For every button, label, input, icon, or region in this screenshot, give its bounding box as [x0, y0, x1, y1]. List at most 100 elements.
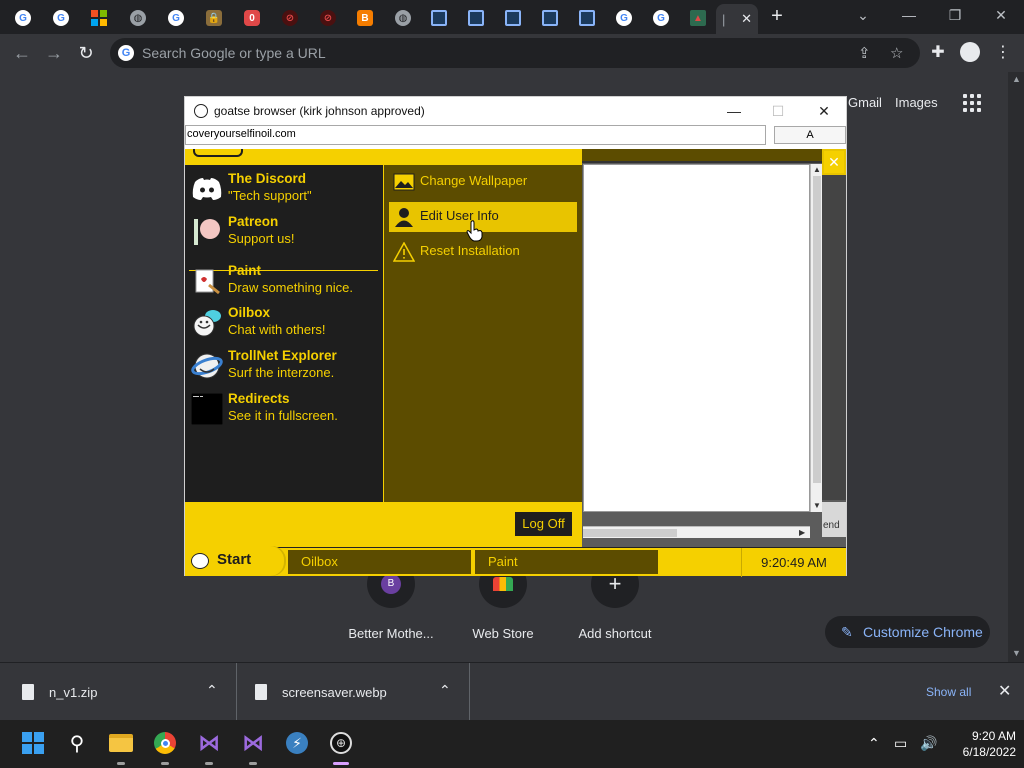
chrome-icon[interactable] — [152, 730, 178, 756]
app-name: The Discord — [228, 171, 307, 186]
tab-window[interactable] — [498, 6, 528, 30]
vertical-scrollbar[interactable]: ▲ ▼ — [810, 164, 822, 512]
network-icon[interactable]: ▭ — [894, 735, 907, 752]
log-off-button[interactable]: Log Off — [515, 512, 572, 536]
close-icon[interactable]: ✕ — [822, 149, 846, 175]
tab-window[interactable] — [535, 6, 565, 30]
tab-blogger[interactable]: B — [350, 6, 380, 30]
google-apps-icon[interactable] — [963, 94, 981, 112]
tab-microsoft[interactable] — [84, 6, 114, 30]
minimize-icon[interactable]: — — [719, 101, 749, 121]
start-label: Start — [217, 551, 252, 568]
address-field[interactable]: coveryourselfinoil.com — [185, 125, 766, 145]
tab-active[interactable]: | ✕ — [716, 4, 758, 34]
pane-document[interactable] — [583, 164, 810, 512]
scroll-down-icon[interactable]: ▼ — [813, 501, 821, 510]
go-button[interactable]: A — [774, 126, 846, 144]
app-the-discord[interactable]: The Discord "Tech support" — [191, 171, 381, 209]
extensions-icon[interactable]: ✚ — [928, 42, 948, 62]
task-button-paint[interactable]: Paint — [474, 549, 659, 575]
minimize-icon[interactable]: — — [886, 4, 932, 26]
scroll-thumb[interactable] — [583, 529, 677, 537]
pane-header — [582, 149, 846, 163]
gmail-link[interactable]: Gmail — [848, 95, 882, 110]
pane-end-label: end — [822, 502, 846, 537]
visual-studio-icon[interactable]: ⋈ — [196, 730, 222, 756]
app-patreon[interactable]: Patreon Support us! — [191, 214, 381, 252]
horizontal-scrollbar[interactable]: ▶ — [583, 526, 810, 538]
app-trollnet-explorer[interactable]: TrollNet Explorer Surf the interzone. — [191, 348, 381, 386]
app-icon[interactable]: ⚡ — [284, 730, 310, 756]
tab-globe[interactable]: ◍ — [123, 6, 153, 30]
warning-icon — [393, 241, 415, 263]
tab-window[interactable] — [424, 6, 454, 30]
images-link[interactable]: Images — [895, 95, 938, 110]
volume-icon[interactable]: 🔊 — [920, 735, 937, 752]
chevron-up-icon[interactable]: ⌃ — [206, 682, 218, 699]
visual-studio-icon[interactable]: ⋈ — [240, 730, 266, 756]
tab-globe[interactable]: ◍ — [388, 6, 418, 30]
tab-google[interactable]: G — [46, 6, 76, 30]
download-item[interactable]: screensaver.webp ⌃ — [237, 668, 469, 716]
chevron-up-icon[interactable]: ⌃ — [439, 682, 451, 699]
tab-window[interactable] — [572, 6, 602, 30]
scroll-down-icon[interactable]: ▼ — [1012, 648, 1021, 658]
window-titlebar[interactable]: goatse browser (kirk johnson approved) —… — [185, 97, 846, 125]
show-all-button[interactable]: Show all — [926, 685, 971, 699]
app-oilbox[interactable]: Oilbox Chat with others! — [191, 305, 381, 343]
bookmark-star-icon[interactable]: ☆ — [890, 44, 903, 62]
close-downloads-icon[interactable]: ✕ — [998, 681, 1011, 701]
back-icon[interactable]: ← — [10, 41, 34, 65]
chrome-tab-strip: G G ◍ G 🔒 0 ⊘ ⊘ B ◍ G G ▲ | ✕ + ⌄ — ❐ ✕ — [0, 0, 1024, 34]
tab-search-icon[interactable]: ⌄ — [840, 4, 886, 26]
start-button[interactable]: Start — [185, 546, 284, 576]
red-wifi-icon: ⊘ — [320, 10, 336, 26]
option-change-wallpaper[interactable]: Change Wallpaper — [389, 167, 577, 197]
tab-google[interactable]: G — [8, 6, 38, 30]
page-scrollbar[interactable]: ▲ ▼ — [1008, 72, 1024, 662]
close-window-icon[interactable]: ✕ — [978, 4, 1024, 26]
tab-wifi[interactable]: ⊘ — [313, 6, 343, 30]
globe-icon: ◍ — [395, 10, 411, 26]
scroll-thumb[interactable] — [813, 176, 821, 483]
system-clock[interactable]: 9:20 AM 6/18/2022 — [940, 728, 1016, 760]
start-menu-apps: The Discord "Tech support" Patreon Suppo… — [185, 165, 383, 502]
windows-start-icon[interactable] — [20, 730, 46, 756]
file-explorer-icon[interactable] — [108, 730, 134, 756]
tab-photo[interactable]: ▲ — [683, 6, 713, 30]
reload-icon[interactable]: ↻ — [74, 41, 98, 65]
menu-kebab-icon[interactable]: ⋮ — [993, 42, 1013, 62]
paint-icon — [191, 265, 223, 297]
new-tab-button[interactable]: + — [766, 6, 788, 28]
profile-avatar[interactable] — [960, 42, 980, 62]
restore-icon[interactable]: ❐ — [932, 4, 978, 26]
share-icon[interactable]: ⇪ — [858, 44, 871, 62]
windows-taskbar: ⚲ ⋈ ⋈ ⚡ ⊕ ⌃ ▭ 🔊 9:20 AM 6/18/2022 — [0, 720, 1024, 768]
app-name: Redirects — [228, 391, 290, 406]
scroll-up-icon[interactable]: ▲ — [813, 165, 821, 174]
tab-wifi[interactable]: ⊘ — [275, 6, 305, 30]
scroll-up-icon[interactable]: ▲ — [1012, 74, 1021, 84]
tab-red-app[interactable]: 0 — [237, 6, 267, 30]
tab-google[interactable]: G — [609, 6, 639, 30]
omnibox[interactable]: G Search Google or type a URL ⇪ ☆ — [110, 38, 920, 68]
download-item[interactable]: n_v1.zip ⌃ — [0, 668, 236, 716]
tab-google[interactable]: G — [161, 6, 191, 30]
divider — [469, 663, 470, 721]
tab-lock[interactable]: 🔒 — [199, 6, 229, 30]
customize-chrome-button[interactable]: ✎ Customize Chrome — [825, 616, 990, 648]
task-button-oilbox[interactable]: Oilbox — [287, 549, 472, 575]
search-icon[interactable]: ⚲ — [64, 730, 90, 756]
tab-window[interactable] — [461, 6, 491, 30]
forward-icon[interactable]: → — [42, 41, 66, 65]
tab-google[interactable]: G — [646, 6, 676, 30]
chevron-up-icon[interactable]: ⌃ — [868, 735, 880, 752]
window-title: goatse browser (kirk johnson approved) — [214, 104, 425, 118]
app-redirects[interactable]: Redirects See it in fullscreen. — [191, 391, 381, 429]
close-tab-icon[interactable]: ✕ — [741, 11, 752, 27]
close-icon[interactable]: ✕ — [809, 101, 839, 121]
maximize-icon[interactable]: ☐ — [763, 101, 793, 121]
scroll-right-icon[interactable]: ▶ — [799, 528, 805, 537]
globe-app-icon[interactable]: ⊕ — [328, 730, 354, 756]
app-paint[interactable]: Paint Draw something nice. — [191, 263, 381, 301]
